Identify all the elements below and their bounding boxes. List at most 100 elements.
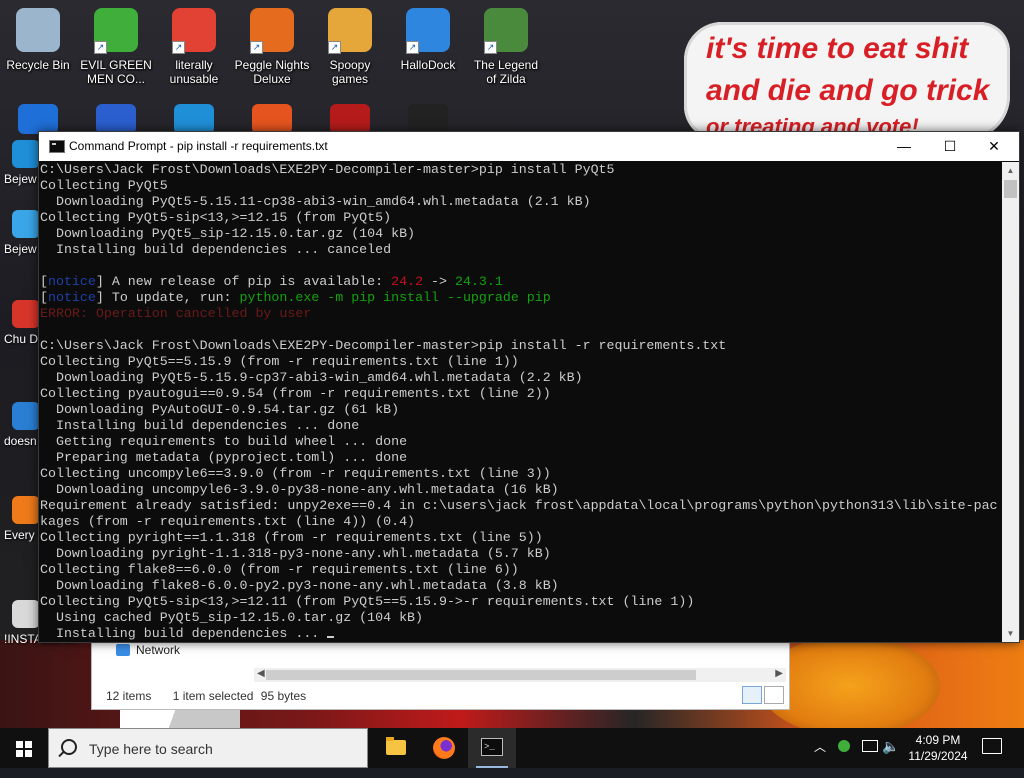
console-line: Downloading PyQt5-5.15.11-cp38-abi3-win_… (40, 194, 1000, 210)
console-line: Installing build dependencies ... done (40, 418, 1000, 434)
taskbar: Type here to search >_ ︿ 🔈 4:09 PM 11/29… (0, 728, 1024, 768)
taskbar-file-explorer[interactable] (372, 728, 420, 768)
desktop-icon[interactable]: !INSTALLIN... (0, 600, 77, 646)
desktop-icon[interactable]: Bejew Del (0, 140, 44, 186)
show-hidden-icons-chevron-icon[interactable]: ︿ (814, 738, 832, 778)
console-line: ERROR: Operation cancelled by user (40, 306, 1000, 322)
cmd-icon: >_ (481, 738, 503, 756)
partially-hidden-desktop-icon[interactable] (330, 104, 370, 134)
search-box[interactable]: Type here to search (48, 728, 368, 768)
clock[interactable]: 4:09 PM 11/29/2024 (898, 732, 978, 764)
console-line: Collecting uncompyle6==3.9.0 (from -r re… (40, 466, 1000, 482)
console-text: [ (40, 274, 48, 289)
console-text: Collecting PyQt5 (40, 178, 168, 193)
search-icon (61, 739, 77, 755)
shortcut-arrow-icon: ↗ (94, 41, 107, 54)
console-line: Collecting PyQt5-sip<13,>=12.11 (from Py… (40, 594, 1000, 610)
console-line: Getting requirements to build wheel ... … (40, 434, 1000, 450)
desktop-icon[interactable]: ↗ literally unusable (156, 8, 232, 86)
taskbar-firefox[interactable] (420, 728, 468, 768)
console-line: Collecting pyright==1.1.318 (from -r req… (40, 530, 1000, 546)
clock-time: 4:09 PM (915, 733, 961, 747)
console-text: python.exe -m pip install --upgrade pip (239, 290, 551, 305)
details-view-button[interactable] (742, 686, 762, 704)
console-output[interactable]: C:\Users\Jack Frost\Downloads\EXE2PY-Dec… (40, 162, 1000, 642)
start-button[interactable] (0, 728, 48, 768)
console-text: C:\Users\Jack Frost\Downloads\EXE2PY-Dec… (40, 338, 727, 353)
shortcut-arrow-icon: ↗ (328, 41, 341, 54)
vertical-scrollbar[interactable]: ▲ ▼ (1002, 162, 1019, 642)
console-text: Collecting PyQt5-sip<13,>=12.11 (from Py… (40, 594, 695, 609)
desktop-icon-label: Spoopy games (329, 58, 371, 86)
desktop-icon[interactable]: ↗ Peggle Nights Deluxe (234, 8, 310, 86)
recycle-bin-icon (16, 8, 60, 52)
chrome-icon: ↗ (172, 8, 216, 54)
console-line: Downloading PyQt5-5.15.9-cp37-abi3-win_a… (40, 370, 1000, 386)
notification-center-icon[interactable] (982, 738, 1002, 754)
bejeweled-icon (12, 140, 40, 168)
console-text: Collecting pyautogui==0.9.54 (from -r re… (40, 386, 551, 401)
clock-date: 11/29/2024 (908, 749, 968, 763)
scrollbar-thumb[interactable] (266, 670, 696, 680)
game-character-icon: ↗ (484, 8, 528, 54)
desktop-icon[interactable]: ↗ The Legend of Zilda (468, 8, 544, 86)
scrollbar-thumb[interactable] (1004, 180, 1017, 198)
horizontal-scrollbar[interactable]: ◀ ▶ (254, 668, 786, 682)
console-line: Downloading flake8-6.0.0-py2.py3-none-an… (40, 578, 1000, 594)
desktop-icon[interactable]: ↗ EVIL GREEN MEN CO... (78, 8, 154, 86)
desktop-icon[interactable]: ↗ Spoopy games (312, 8, 388, 86)
console-text: ] A new release of pip is available: (95, 274, 392, 289)
scroll-left-icon[interactable]: ◀ (257, 668, 265, 679)
console-text: ERROR: Operation cancelled by user (40, 306, 312, 321)
scroll-right-icon[interactable]: ▶ (775, 668, 783, 679)
desktop-icon[interactable]: doesn (0, 402, 40, 448)
desktop-icon[interactable]: Recycle Bin (0, 8, 76, 72)
title-bar[interactable]: Command Prompt - pip install -r requirem… (39, 132, 1019, 161)
console-text: Downloading flake8-6.0.0-py2.py3-none-an… (40, 578, 559, 593)
partially-hidden-desktop-icon[interactable] (252, 104, 292, 134)
console-text: Getting requirements to build wheel ... … (40, 434, 408, 449)
console-line: Downloading PyAutoGUI-0.9.54.tar.gz (61 … (40, 402, 1000, 418)
scroll-up-icon[interactable]: ▲ (1002, 162, 1019, 179)
console-text: Downloading pyright-1.1.318-py3-none-any… (40, 546, 551, 561)
nav-item-network[interactable]: Network (116, 643, 180, 657)
command-prompt-window[interactable]: Command Prompt - pip install -r requirem… (38, 131, 1020, 643)
console-text: 24.3.1 (454, 274, 503, 289)
shortcut-arrow-icon: ↗ (250, 41, 263, 54)
partially-hidden-desktop-icon[interactable] (18, 104, 58, 134)
volume-icon[interactable]: 🔈 (882, 738, 899, 778)
taskbar-command-prompt[interactable]: >_ (468, 728, 516, 768)
desktop-icon-label: The Legend of Zilda (473, 58, 539, 86)
desktop-icon[interactable]: Bejew Del (0, 210, 44, 256)
app-tray-icon[interactable] (838, 740, 852, 754)
console-line: Installing build dependencies ... cancel… (40, 242, 1000, 258)
desktop-icon[interactable]: Every (0, 496, 40, 542)
partially-hidden-desktop-icon[interactable] (174, 104, 214, 134)
console-text: Collecting pyright==1.1.318 (from -r req… (40, 530, 543, 545)
maximize-button[interactable]: ☐ (927, 132, 973, 161)
console-line: kages (from -r requirements.txt (line 4)… (40, 514, 1000, 530)
folder-icon: ↗ (328, 8, 372, 54)
console-text: Downloading PyQt5-5.15.9-cp37-abi3-win_a… (40, 370, 583, 385)
partially-hidden-desktop-icon[interactable] (408, 104, 448, 134)
selection-size: 95 bytes (260, 689, 307, 703)
network-icon (116, 644, 130, 656)
console-line: C:\Users\Jack Frost\Downloads\EXE2PY-Dec… (40, 338, 1000, 354)
network-icon[interactable] (862, 740, 878, 752)
console-text: notice (47, 290, 96, 305)
console-text: 24.2 (391, 274, 424, 289)
text-cursor (327, 636, 335, 638)
minimize-button[interactable]: — (881, 132, 927, 161)
large-icons-view-button[interactable] (764, 686, 784, 704)
firefox-icon (12, 496, 40, 524)
console-text: Installing build dependencies ... done (40, 418, 360, 433)
desktop-icon[interactable]: ↗ HalloDock (390, 8, 466, 72)
edge-icon (12, 402, 40, 430)
desktop-icon[interactable]: Chu Del (0, 300, 44, 346)
partially-hidden-desktop-icon[interactable] (96, 104, 136, 134)
close-button[interactable]: ✕ (971, 132, 1017, 161)
peggle-icon: ↗ (250, 8, 294, 54)
scroll-down-icon[interactable]: ▼ (1002, 625, 1019, 642)
console-text: Collecting uncompyle6==3.9.0 (from -r re… (40, 466, 551, 481)
